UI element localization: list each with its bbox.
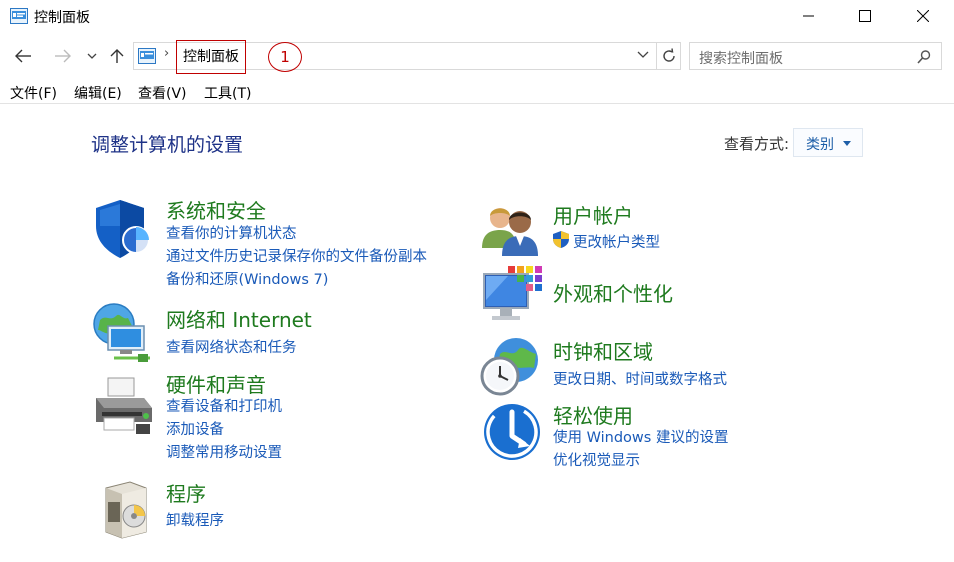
link-file-history-backup[interactable]: 通过文件历史记录保存你的文件备份副本	[166, 245, 427, 266]
link-devices-printers[interactable]: 查看设备和打印机	[166, 395, 282, 416]
category-clock-region-title[interactable]: 时钟和区域	[553, 336, 653, 365]
minimize-icon	[803, 15, 814, 17]
category-hardware-title[interactable]: 硬件和声音	[166, 369, 266, 398]
security-shield-icon[interactable]	[92, 196, 156, 260]
breadcrumb-control-panel[interactable]: 控制面板	[176, 40, 246, 74]
appearance-monitor-icon[interactable]	[482, 264, 546, 328]
view-by-value: 类别	[806, 137, 834, 153]
clock-globe-icon[interactable]	[478, 334, 542, 398]
title-bar: 控制面板	[0, 0, 954, 32]
close-icon	[917, 10, 929, 22]
uac-shield-icon	[553, 231, 569, 248]
control-panel-icon	[138, 48, 156, 64]
forward-button[interactable]	[50, 44, 76, 68]
breadcrumb-separator-icon: ›	[164, 46, 170, 61]
link-backup-restore[interactable]: 备份和还原(Windows 7)	[166, 268, 328, 289]
maximize-button[interactable]	[840, 0, 890, 32]
up-button[interactable]	[106, 44, 128, 68]
link-network-status[interactable]: 查看网络状态和任务	[166, 336, 297, 357]
link-windows-suggested-settings[interactable]: 使用 Windows 建议的设置	[553, 426, 728, 447]
maximize-icon	[859, 10, 871, 22]
close-button[interactable]	[898, 0, 948, 32]
arrow-up-icon	[110, 49, 124, 63]
menu-tools[interactable]: 工具(T)	[204, 83, 251, 103]
category-ease-of-access-title[interactable]: 轻松使用	[553, 400, 633, 429]
view-by-dropdown[interactable]: 类别	[793, 128, 863, 157]
category-appearance-title[interactable]: 外观和个性化	[553, 278, 673, 307]
link-view-computer-status[interactable]: 查看你的计算机状态	[166, 222, 297, 243]
refresh-button[interactable]	[657, 42, 681, 70]
recent-locations-button[interactable]	[84, 44, 100, 68]
menu-bar: 文件(F) 编辑(E) 查看(V) 工具(T)	[0, 80, 954, 104]
programs-box-icon[interactable]	[96, 476, 160, 540]
refresh-icon	[662, 48, 675, 62]
minimize-button[interactable]	[784, 0, 834, 32]
address-bar[interactable]: › 控制面板	[133, 40, 657, 74]
category-system-security-title[interactable]: 系统和安全	[166, 195, 266, 224]
category-programs-title[interactable]: 程序	[166, 478, 206, 507]
link-change-account-type[interactable]: 更改帐户类型	[573, 231, 660, 252]
control-panel-icon	[10, 8, 28, 24]
annotation-marker: 1	[268, 42, 302, 72]
navigation-bar: › 控制面板 1 搜索控制面板	[0, 40, 954, 74]
arrow-left-icon	[15, 49, 31, 63]
search-icon[interactable]	[916, 49, 932, 65]
dropdown-caret-icon	[843, 141, 851, 146]
network-globe-icon[interactable]	[92, 300, 156, 364]
link-mobility-settings[interactable]: 调整常用移动设置	[166, 441, 282, 462]
chevron-down-icon	[87, 53, 97, 59]
arrow-right-icon	[55, 49, 71, 63]
printer-icon[interactable]	[92, 374, 156, 438]
link-uninstall-program[interactable]: 卸载程序	[166, 509, 224, 530]
menu-view[interactable]: 查看(V)	[138, 83, 187, 103]
page-title: 调整计算机的设置	[91, 134, 244, 156]
category-user-accounts-title[interactable]: 用户帐户	[553, 200, 633, 229]
search-box[interactable]: 搜索控制面板	[689, 42, 942, 70]
link-date-time-format[interactable]: 更改日期、时间或数字格式	[553, 368, 727, 389]
search-placeholder: 搜索控制面板	[699, 51, 783, 67]
link-add-device[interactable]: 添加设备	[166, 418, 224, 439]
view-by-label: 查看方式:	[724, 135, 790, 153]
category-network-title[interactable]: 网络和 Internet	[166, 304, 312, 333]
window-title: 控制面板	[34, 10, 90, 26]
user-accounts-icon[interactable]	[480, 200, 544, 264]
link-optimize-visual-display[interactable]: 优化视觉显示	[553, 449, 640, 470]
ease-of-access-icon[interactable]	[480, 400, 544, 464]
menu-file[interactable]: 文件(F)	[10, 83, 57, 103]
menu-edit[interactable]: 编辑(E)	[74, 83, 122, 103]
back-button[interactable]	[10, 44, 36, 68]
address-dropdown-icon[interactable]	[637, 51, 649, 59]
